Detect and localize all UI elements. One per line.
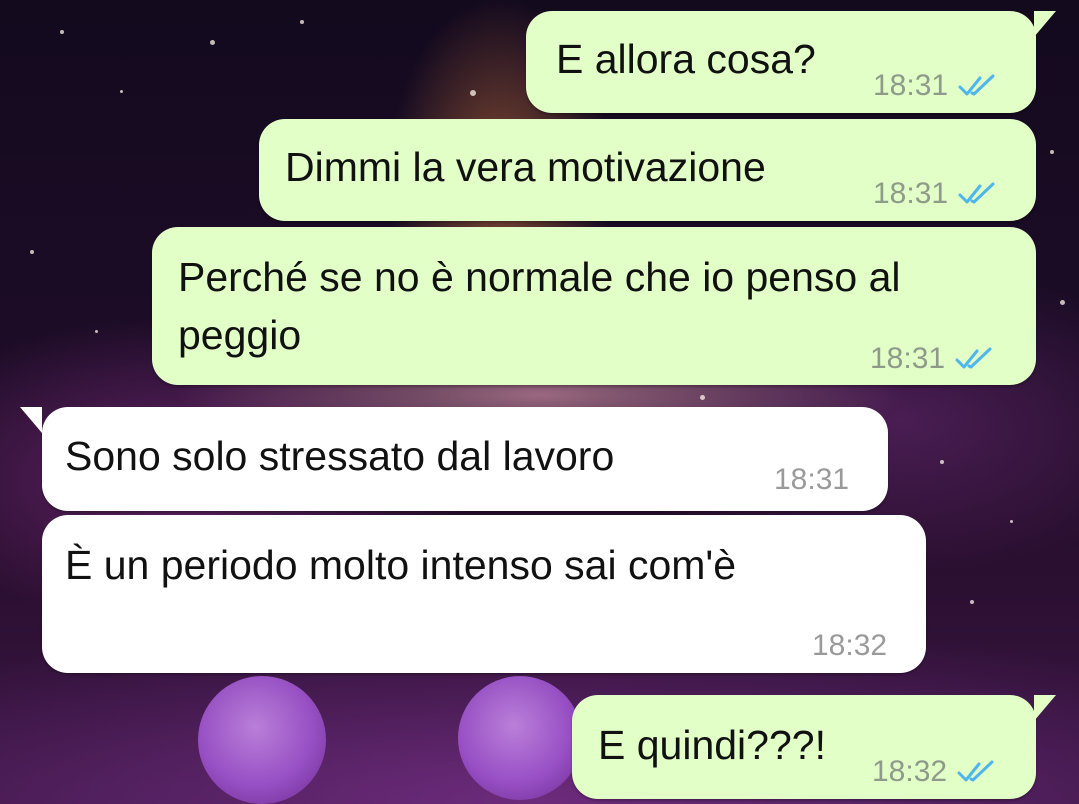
message-bubble-outgoing[interactable]: E allora cosa? 18:31 — [526, 11, 1056, 113]
wallpaper-light — [470, 90, 476, 96]
wallpaper-light — [940, 460, 944, 464]
wallpaper-light — [30, 250, 34, 254]
message-meta: 18:31 — [873, 61, 1000, 111]
bubble-tail — [20, 407, 42, 433]
wallpaper-light — [1050, 150, 1054, 154]
message-bubble-outgoing[interactable]: Dimmi la vera motivazione 18:31 — [259, 119, 1036, 221]
wallpaper-light — [970, 600, 974, 604]
wallpaper-light — [60, 30, 64, 34]
message-time: 18:31 — [774, 463, 850, 496]
message-meta: 18:32 — [812, 621, 887, 671]
wallpaper-light — [700, 395, 705, 400]
message-text: È un periodo molto intenso sai com'è — [65, 542, 737, 588]
message-bubble-incoming[interactable]: È un periodo molto intenso sai com'è 18:… — [42, 515, 926, 673]
bubble-tail — [1034, 695, 1056, 721]
message-text: Dimmi la vera motivazione — [285, 144, 766, 190]
double-check-read-icon — [958, 181, 1000, 207]
wallpaper-light — [120, 90, 123, 93]
message-time: 18:31 — [873, 69, 949, 102]
wallpaper-light — [300, 20, 304, 24]
message-meta: 18:31 — [870, 334, 997, 384]
wallpaper-light — [210, 40, 215, 45]
wallpaper-light — [1010, 520, 1013, 523]
message-bubble-incoming[interactable]: Sono solo stressato dal lavoro 18:31 — [20, 407, 888, 511]
message-time: 18:31 — [870, 342, 946, 375]
wallpaper-light — [95, 330, 98, 333]
double-check-read-icon — [955, 346, 997, 372]
message-time: 18:31 — [873, 177, 949, 210]
message-meta: 18:31 — [873, 169, 1000, 219]
message-bubble-outgoing[interactable]: Perché se no è normale che io penso al p… — [152, 227, 1036, 385]
message-time: 18:32 — [812, 629, 888, 662]
message-time: 18:32 — [872, 755, 948, 788]
message-text-line: Perché se no è normale che io penso al — [178, 254, 901, 300]
wallpaper-light-orb — [198, 676, 326, 804]
message-meta: 18:32 — [872, 747, 999, 797]
message-text: E allora cosa? — [556, 36, 816, 82]
wallpaper-light-orb — [458, 676, 582, 800]
message-text: E quindi???! — [598, 722, 826, 768]
double-check-read-icon — [958, 73, 1000, 99]
bubble-tail — [1034, 11, 1056, 37]
double-check-read-icon — [957, 759, 999, 785]
message-text-line: peggio — [178, 312, 302, 358]
message-meta: 18:31 — [774, 455, 849, 505]
message-text: Sono solo stressato dal lavoro — [65, 433, 615, 479]
wallpaper-light — [1060, 300, 1065, 305]
message-bubble-outgoing[interactable]: E quindi???! 18:32 — [572, 695, 1056, 799]
